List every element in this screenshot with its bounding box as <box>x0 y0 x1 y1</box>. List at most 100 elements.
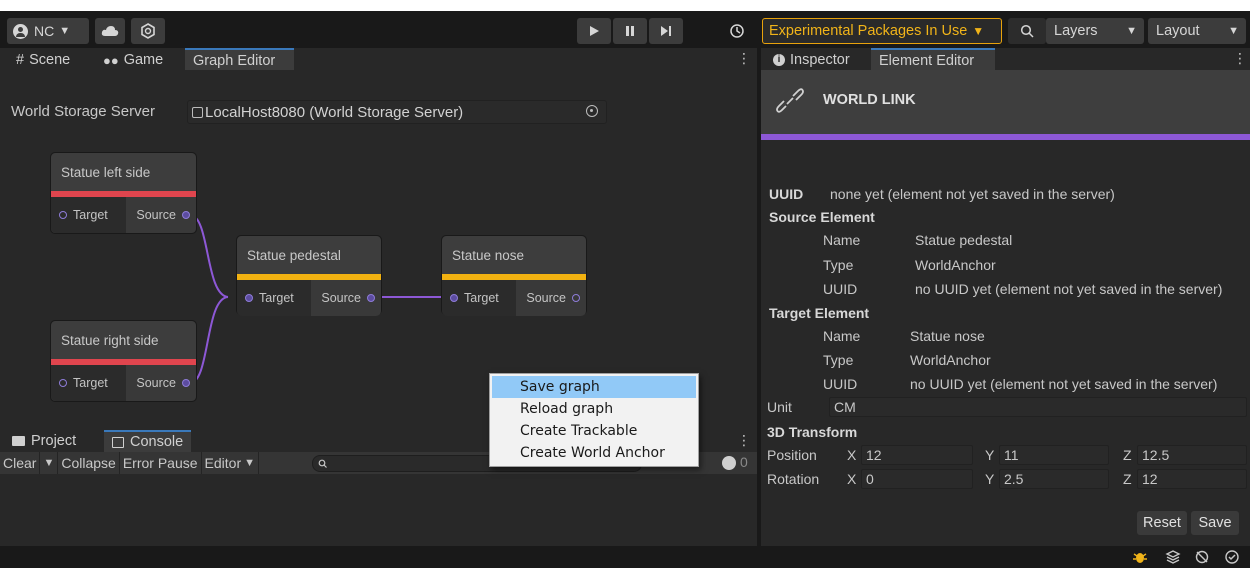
source-type-value: WorldAnchor <box>915 257 996 273</box>
element-type-bar <box>761 134 1250 140</box>
reset-label: Reset <box>1143 515 1181 531</box>
graph-node-statue-nose[interactable]: Statue nose Target Source <box>441 235 587 316</box>
source-name-label: Name <box>823 232 861 248</box>
node-title: Statue left side <box>51 153 196 191</box>
target-uuid-value: no UUID yet (element not yet saved in th… <box>910 376 1218 392</box>
rotation-y-input[interactable]: 2.5 <box>999 469 1109 489</box>
link-icon <box>776 88 804 113</box>
target-port[interactable]: Target <box>237 280 312 316</box>
rotation-z-label: Z <box>1123 471 1132 487</box>
transform-header: 3D Transform <box>767 424 858 440</box>
port-dot-icon <box>182 211 190 219</box>
reset-button[interactable]: Reset <box>1137 511 1187 535</box>
source-port-label: Source <box>136 376 176 390</box>
search-button[interactable] <box>1008 18 1046 44</box>
layers-dropdown[interactable]: Layers ▼ <box>1046 18 1144 44</box>
chevron-down-icon: ▼ <box>972 24 985 38</box>
uuid-value: none yet (element not yet saved in the s… <box>830 186 1115 202</box>
source-port-label: Source <box>526 291 566 305</box>
rotation-x-input[interactable]: 0 <box>861 469 973 489</box>
target-port[interactable]: Target <box>51 365 127 401</box>
more-options-icon[interactable]: ⋮ <box>737 432 751 449</box>
target-port[interactable]: Target <box>51 197 127 233</box>
experimental-packages-button[interactable]: Experimental Packages In Use ▼ <box>762 18 1002 44</box>
collapse-button[interactable]: Collapse <box>58 452 120 474</box>
port-dot-icon <box>572 294 580 302</box>
layers-label: Layers <box>1054 23 1098 39</box>
position-y-value: 11 <box>1004 447 1019 463</box>
chevron-down-icon: ▼ <box>1126 25 1137 37</box>
error-count[interactable]: 0 <box>740 454 748 470</box>
rotation-y-label: Y <box>985 471 995 487</box>
source-port[interactable]: Source <box>311 280 381 316</box>
graph-node-statue-left-side[interactable]: Statue left side Target Source <box>50 152 197 234</box>
rotation-z-value: 12 <box>1142 471 1158 487</box>
layout-label: Layout <box>1156 23 1200 39</box>
tab-element-editor-label: Element Editor <box>879 53 975 69</box>
source-port[interactable]: Source <box>516 280 586 316</box>
rotation-z-input[interactable]: 12 <box>1137 469 1247 489</box>
source-uuid-label: UUID <box>823 281 858 297</box>
layout-dropdown[interactable]: Layout ▼ <box>1148 18 1246 44</box>
layers-stack-icon[interactable] <box>1165 549 1181 565</box>
source-port[interactable]: Source <box>126 197 196 233</box>
element-title: WORLD LINK <box>823 92 916 108</box>
position-x-input[interactable]: 12 <box>861 445 973 465</box>
tab-element-editor[interactable]: Element Editor <box>871 48 995 72</box>
visibility-off-icon[interactable] <box>1194 549 1210 565</box>
position-z-label: Z <box>1123 447 1132 463</box>
tab-project[interactable]: Project <box>4 430 84 452</box>
error-pause-button[interactable]: Error Pause <box>120 452 202 474</box>
unit-value: CM <box>834 399 856 415</box>
tab-console[interactable]: Console <box>104 430 192 452</box>
target-port-label: Target <box>464 291 499 305</box>
clear-button[interactable]: Clear <box>0 452 41 474</box>
save-button[interactable]: Save <box>1191 511 1239 535</box>
bug-icon[interactable] <box>1132 549 1148 565</box>
source-port[interactable]: Source <box>126 365 196 401</box>
target-port[interactable]: Target <box>442 280 517 316</box>
rotation-x-label: X <box>847 471 857 487</box>
node-title: Statue pedestal <box>237 236 381 274</box>
rotation-y-value: 2.5 <box>1004 471 1024 487</box>
menu-item-create-world-anchor[interactable]: Create World Anchor <box>492 442 696 464</box>
port-dot-icon <box>59 211 67 219</box>
status-bar <box>0 546 1250 568</box>
tab-inspector-label: Inspector <box>790 52 850 68</box>
editor-label: Editor <box>204 455 242 471</box>
menu-item-reload-graph[interactable]: Reload graph <box>492 398 696 420</box>
console-log-area[interactable] <box>0 474 757 546</box>
graph-node-statue-right-side[interactable]: Statue right side Target Source <box>50 320 197 402</box>
more-options-icon[interactable]: ⋮ <box>1233 50 1247 67</box>
clear-options-dropdown[interactable]: ▼ <box>40 452 59 474</box>
target-name-value: Statue nose <box>910 328 985 344</box>
port-dot-icon <box>59 379 67 387</box>
position-x-label: X <box>847 447 857 463</box>
target-name-label: Name <box>823 328 861 344</box>
console-icon <box>112 436 124 448</box>
menu-item-create-trackable[interactable]: Create Trackable <box>492 420 696 442</box>
error-pause-label: Error Pause <box>122 455 198 471</box>
target-type-value: WorldAnchor <box>910 352 991 368</box>
port-dot-icon <box>245 294 253 302</box>
chevron-down-icon: ▼ <box>1228 25 1239 37</box>
position-z-input[interactable]: 12.5 <box>1137 445 1247 465</box>
port-dot-icon <box>182 379 190 387</box>
target-port-label: Target <box>73 376 108 390</box>
unit-dropdown[interactable]: CM <box>829 397 1247 417</box>
position-label: Position <box>767 447 817 463</box>
tab-console-label: Console <box>130 434 184 450</box>
position-y-input[interactable]: 11 <box>999 445 1109 465</box>
tab-inspector[interactable]: i Inspector <box>765 48 858 72</box>
graph-node-statue-pedestal[interactable]: Statue pedestal Target Source <box>236 235 382 316</box>
position-x-value: 12 <box>866 447 882 463</box>
source-port-label: Source <box>321 291 361 305</box>
menu-item-save-graph[interactable]: Save graph <box>492 376 696 398</box>
check-circle-icon[interactable] <box>1224 549 1240 565</box>
port-dot-icon <box>450 294 458 302</box>
target-uuid-label: UUID <box>823 376 858 392</box>
rotation-label: Rotation <box>767 471 820 487</box>
editor-dropdown[interactable]: Editor ▼ <box>202 452 260 474</box>
collapse-label: Collapse <box>61 455 116 471</box>
chevron-down-icon: ▼ <box>244 457 256 469</box>
